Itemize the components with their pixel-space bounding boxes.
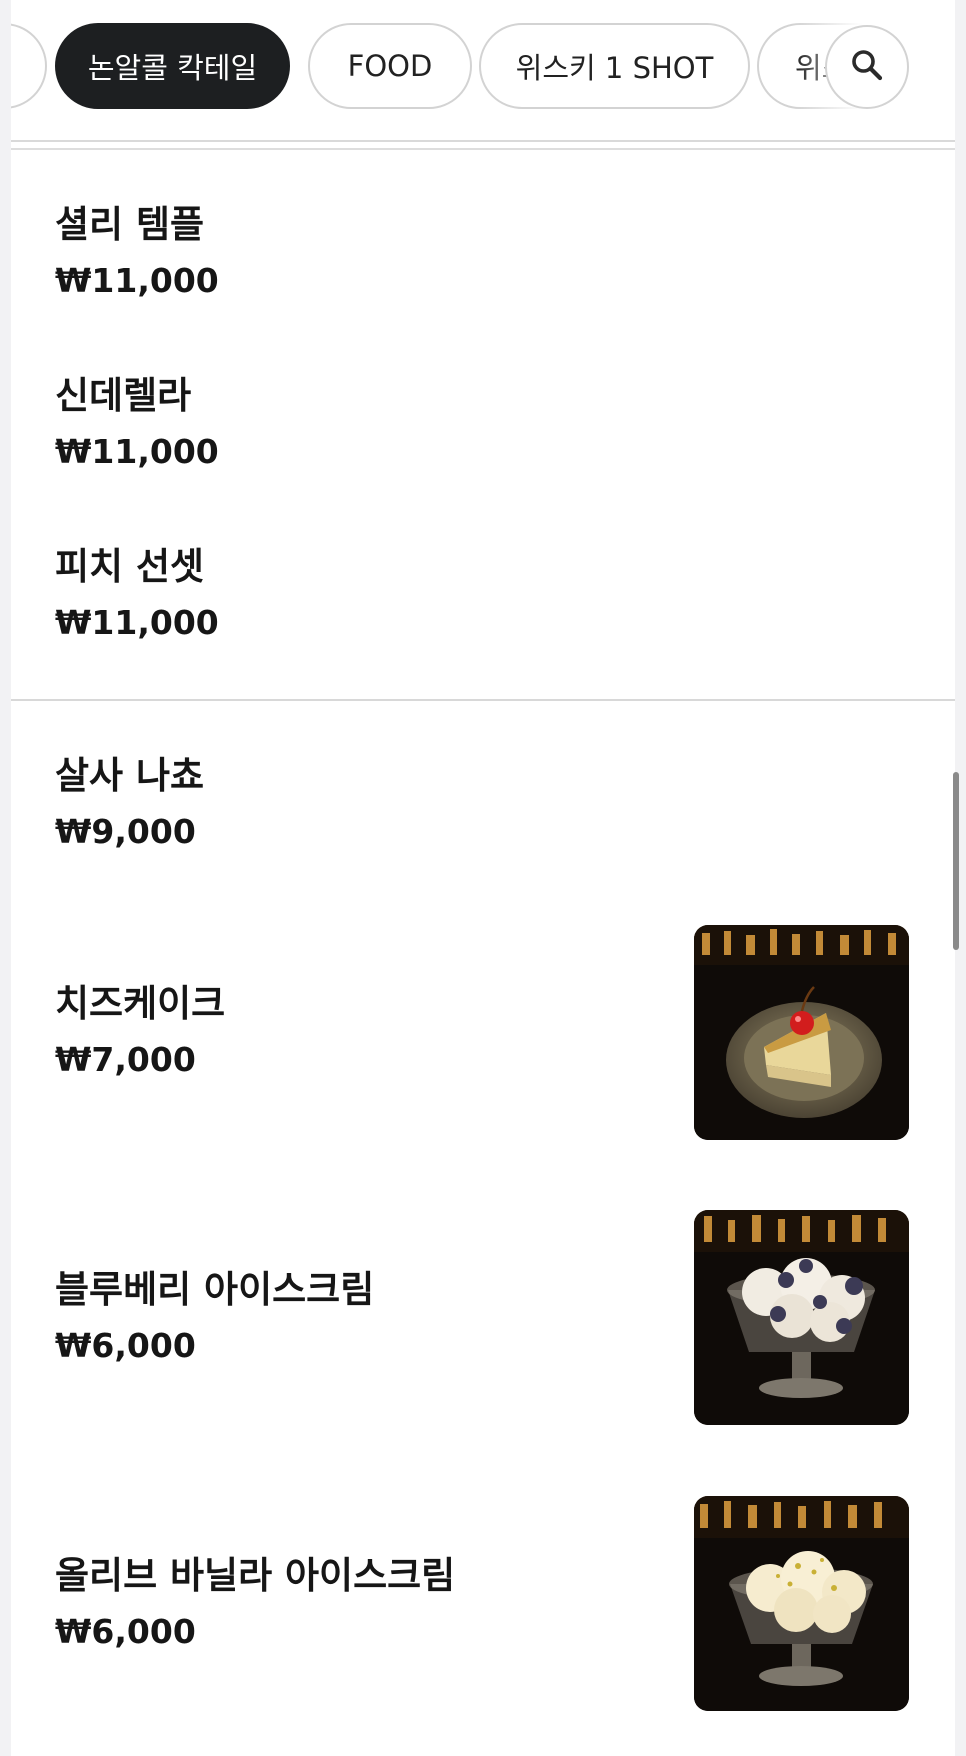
section-divider	[11, 699, 955, 701]
item-name: 피치 선셋	[55, 545, 205, 588]
category-chip-whisky-1-shot[interactable]: 위스키 1 SHOT	[479, 23, 750, 109]
item-name: 신데렐라	[55, 374, 192, 417]
menu-item[interactable]: 셜리 템플 ₩11,000	[55, 202, 915, 302]
item-price: ₩11,000	[55, 432, 219, 471]
item-name: 살사 나쵸	[55, 754, 205, 797]
category-bar: 논알콜 칵테일 FOOD 위스키 1 SHOT 위스	[11, 0, 955, 150]
search-icon	[849, 47, 885, 87]
blueberry-ice-cream-photo[interactable]	[694, 1210, 909, 1425]
cheesecake-photo[interactable]	[694, 925, 909, 1140]
item-name: 셜리 템플	[55, 203, 205, 246]
item-price: ₩11,000	[55, 261, 219, 300]
search-button[interactable]	[825, 25, 909, 109]
item-price: ₩11,000	[55, 603, 219, 642]
item-price: ₩9,000	[55, 812, 196, 851]
category-chip-track[interactable]: 논알콜 칵테일 FOOD 위스키 1 SHOT 위스	[11, 0, 916, 140]
menu-item[interactable]: 피치 선셋 ₩11,000	[55, 544, 915, 644]
category-chip-non-alcoholic-cocktail[interactable]: 논알콜 칵테일	[55, 23, 290, 109]
menu-item[interactable]: 살사 나쵸 ₩9,000	[55, 753, 915, 853]
category-chip-food[interactable]: FOOD	[308, 23, 472, 109]
olive-vanilla-ice-cream-photo[interactable]	[694, 1496, 909, 1711]
menu-page: 논알콜 칵테일 FOOD 위스키 1 SHOT 위스 셜리 템플 ₩11,000…	[11, 0, 955, 1756]
page-scrollbar[interactable]	[953, 772, 959, 950]
category-chip-previous[interactable]	[11, 23, 47, 109]
menu-item[interactable]: 신데렐라 ₩11,000	[55, 373, 915, 473]
